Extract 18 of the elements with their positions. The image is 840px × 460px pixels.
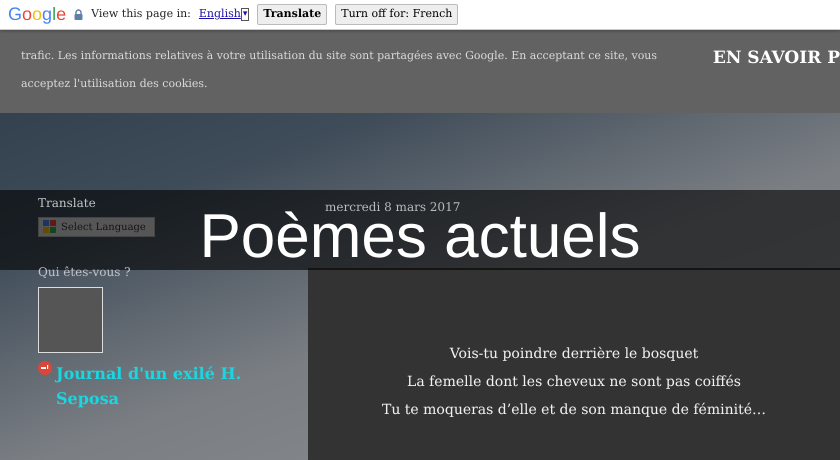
cookie-text: acceptez l'utilisation des cookies. <box>21 76 209 92</box>
language-link[interactable]: English <box>198 6 241 23</box>
photo-placeholder <box>38 287 103 353</box>
poem-line: Tu te moqueras d’elle et de son manque de féminité… <box>380 401 767 420</box>
translate-bar-button[interactable]: Turn off for: French <box>335 4 458 25</box>
language-grid-icon <box>43 220 57 234</box>
lock-icon <box>74 9 84 20</box>
translate-bar-button[interactable]: Translate <box>257 4 328 25</box>
overlay-title: Poèmes actuels <box>199 212 641 270</box>
widget-heading: Translate <box>38 195 97 212</box>
learn-more-link[interactable]: EN SAVOIR P <box>712 46 840 72</box>
widget-heading: Qui êtes-vous ? <box>38 264 132 281</box>
google-logo: Google <box>8 3 66 26</box>
poem-line: La femelle dont les cheveux ne sont pas coiffés <box>406 373 742 392</box>
cookie-text: trafic. Les informations relatives à votre utilisation du site sont partagées avec Google. En acceptant ce site, vous <box>21 48 658 64</box>
language-prompt: View this page in: <box>91 6 191 22</box>
post-date: mercredi 8 mars 2017 <box>325 199 460 214</box>
poem-line: Vois-tu poindre derrière le bosquet <box>448 345 700 364</box>
